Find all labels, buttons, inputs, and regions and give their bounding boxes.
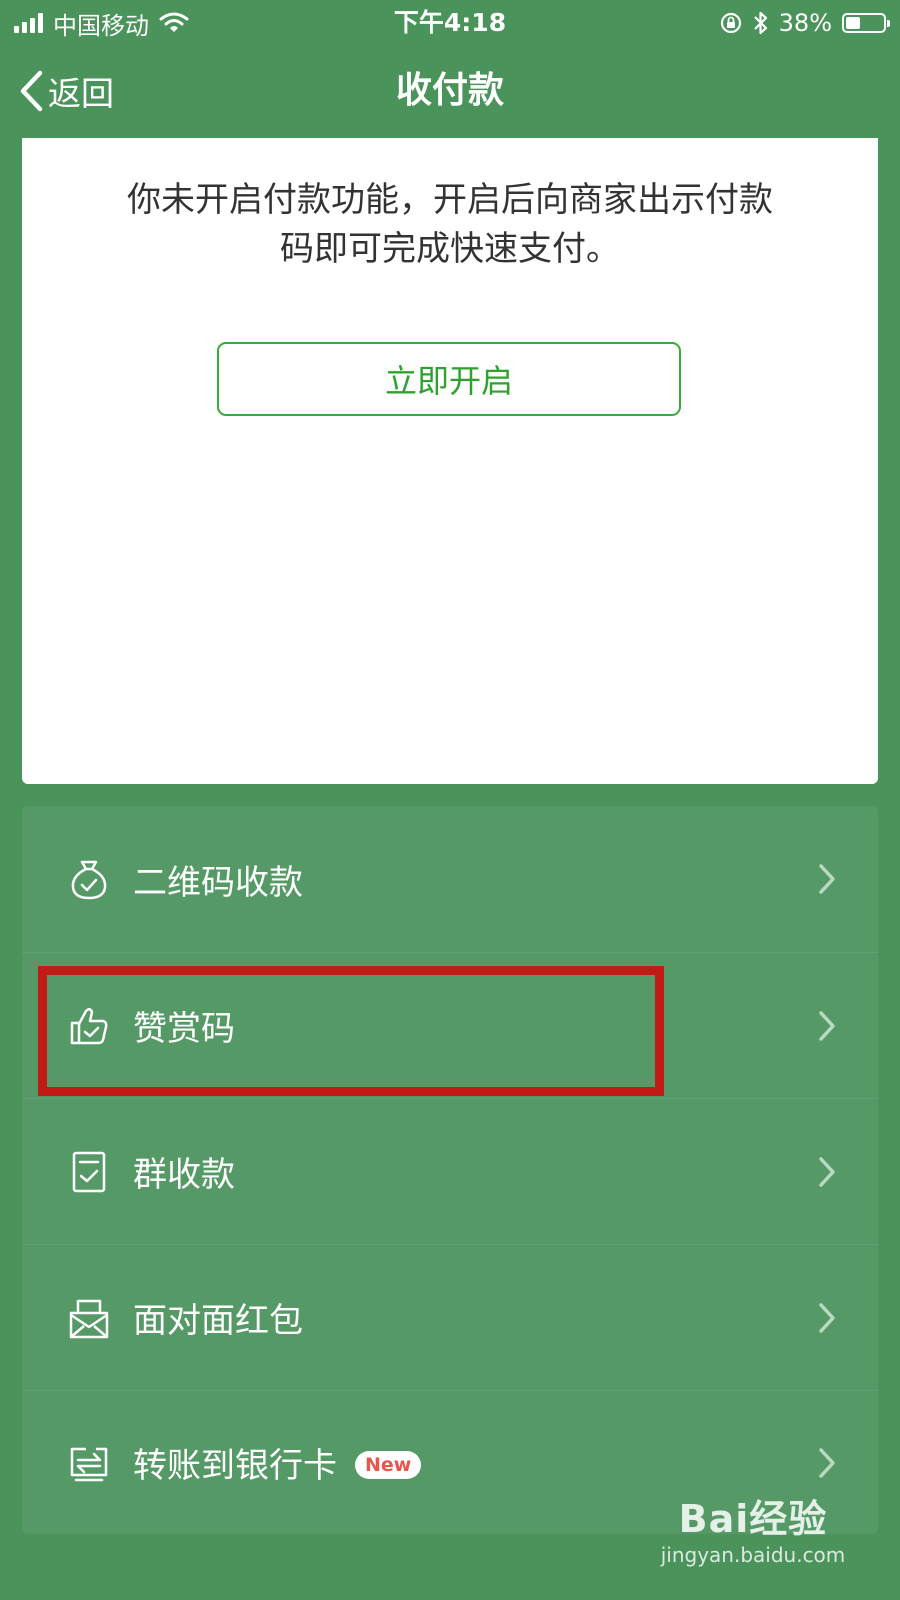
- watermark-logo: Bai经验: [678, 1497, 828, 1541]
- chevron-right-icon: [819, 864, 835, 894]
- bluetooth-icon: [753, 11, 767, 35]
- menu-item-label: 面对面红包: [133, 1301, 303, 1341]
- page-title: 收付款: [395, 70, 504, 111]
- battery-level-fill: [846, 17, 860, 29]
- red-packet-icon: [69, 1299, 109, 1338]
- payment-description: 你未开启付款功能，开启后向商家出示付款码即可完成快速支付。: [127, 180, 773, 269]
- payment-card: 你未开启付款功能，开启后向商家出示付款码即可完成快速支付。 立即开启: [22, 138, 878, 784]
- battery-icon: [842, 13, 890, 33]
- chevron-right-icon: [819, 1302, 835, 1333]
- status-bar: 中国移动 下午4:18 38%: [0, 0, 900, 46]
- menu-item-appreciation-code[interactable]: 赞赏码: [22, 952, 878, 1098]
- menu-item-label: 转账到银行卡 New: [133, 1438, 422, 1487]
- menu-list: 二维码收款 赞赏码 群收款 面对面红包 转账到银行卡 New: [22, 806, 878, 1534]
- menu-item-group-collect[interactable]: 群收款: [22, 1098, 878, 1244]
- status-right: 38%: [719, 6, 890, 40]
- chevron-right-icon: [819, 1447, 835, 1478]
- menu-item-label-text: 转账到银行卡: [133, 1446, 337, 1486]
- money-bag-icon: [71, 860, 107, 900]
- menu-item-label: 群收款: [133, 1155, 235, 1195]
- enable-payment-button[interactable]: 立即开启: [217, 342, 681, 416]
- menu-item-face-to-face-red-packet[interactable]: 面对面红包: [22, 1244, 878, 1390]
- nav-bar: 返回 收付款: [0, 46, 900, 136]
- watermark: Bai经验 jingyan.baidu.com: [658, 1488, 848, 1588]
- chevron-right-icon: [819, 1156, 835, 1187]
- watermark-url: jingyan.baidu.com: [660, 1543, 846, 1567]
- battery-percent: 38%: [778, 9, 832, 37]
- receipt-check-icon: [72, 1151, 106, 1192]
- new-badge: New: [355, 1451, 422, 1479]
- menu-item-label: 二维码收款: [133, 862, 303, 903]
- bank-card-transfer-icon: [70, 1447, 108, 1481]
- menu-item-qr-collect[interactable]: 二维码收款: [22, 806, 878, 952]
- rotation-lock-icon: [720, 12, 741, 34]
- menu-item-label: 赞赏码: [133, 1009, 235, 1049]
- thumbs-up-icon: [70, 1007, 108, 1044]
- chevron-right-icon: [819, 1010, 835, 1041]
